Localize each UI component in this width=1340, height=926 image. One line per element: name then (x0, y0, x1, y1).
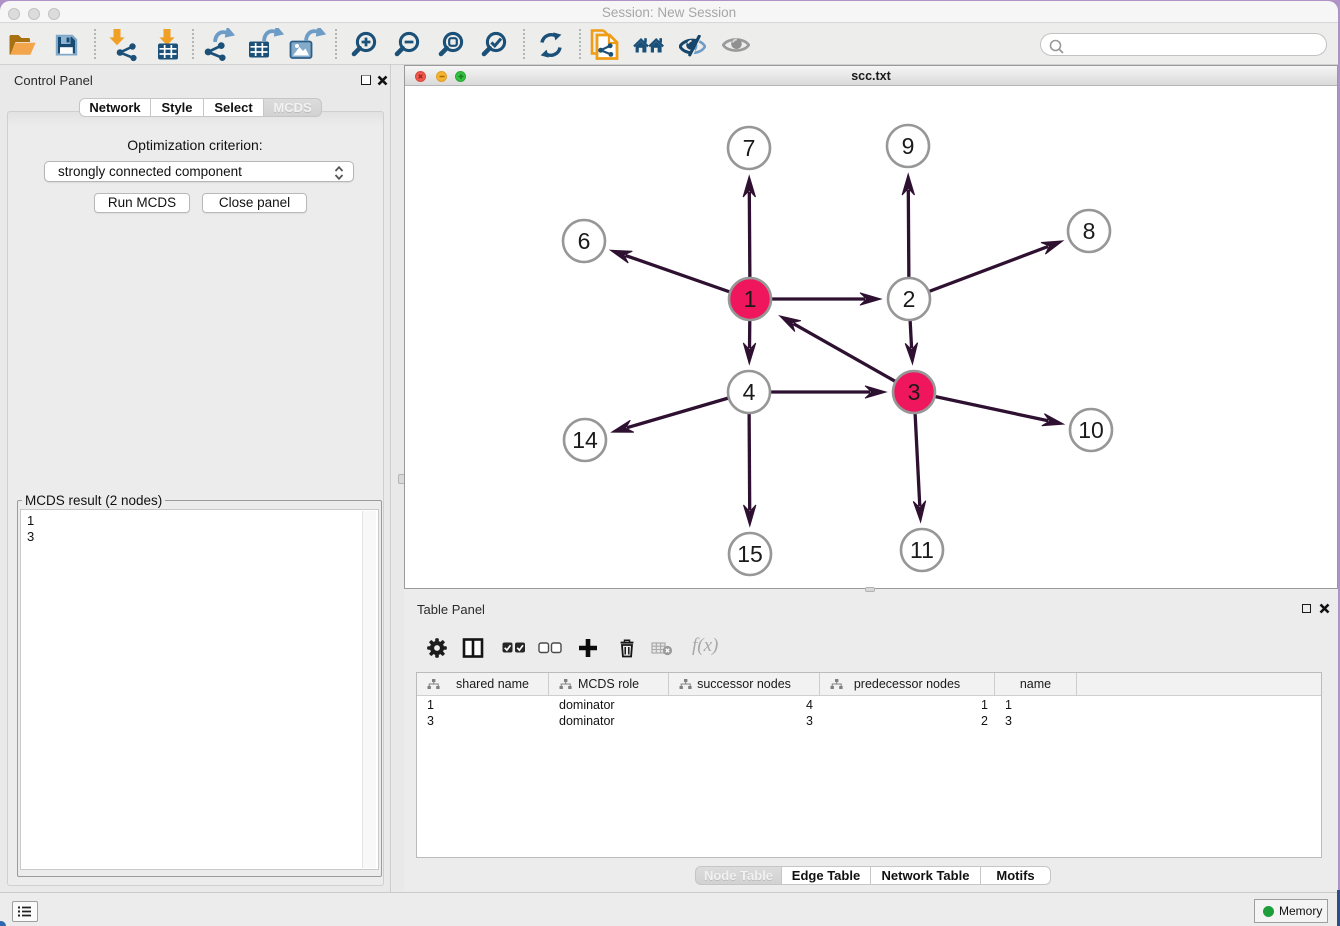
svg-text:3: 3 (908, 379, 921, 405)
svg-text:8: 8 (1083, 218, 1096, 244)
svg-text:10: 10 (1078, 417, 1104, 443)
svg-text:15: 15 (737, 541, 763, 567)
svg-text:6: 6 (578, 228, 591, 254)
svg-text:11: 11 (910, 537, 934, 563)
svg-text:14: 14 (572, 427, 598, 453)
svg-text:9: 9 (902, 133, 915, 159)
svg-text:7: 7 (743, 135, 756, 161)
svg-text:1: 1 (744, 286, 757, 312)
svg-text:2: 2 (903, 286, 916, 312)
svg-text:4: 4 (743, 379, 756, 405)
